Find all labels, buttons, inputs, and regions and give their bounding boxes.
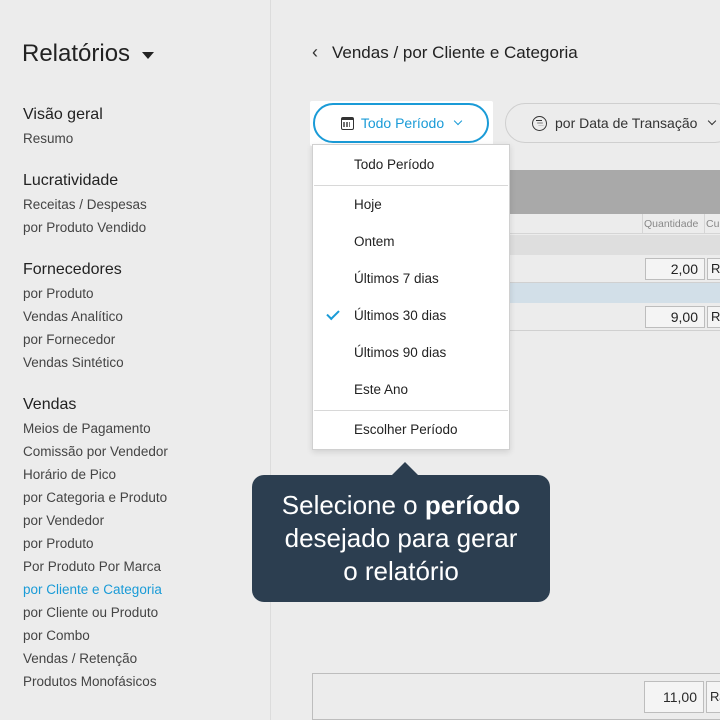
calendar-icon xyxy=(340,116,354,130)
reports-menu-title[interactable]: Relatórios xyxy=(22,40,155,68)
total-quantity: 11,00 xyxy=(644,681,704,713)
column-divider xyxy=(704,214,705,233)
menu-divider xyxy=(314,185,508,186)
tooltip-text: Selecione o xyxy=(281,490,425,520)
sidebar-item-meios-pagamento[interactable]: Meios de Pagamento xyxy=(23,417,168,440)
sidebar-item-resumo[interactable]: Resumo xyxy=(23,127,103,150)
sidebar: Relatórios Visão geral Resumo Lucrativid… xyxy=(0,0,271,720)
sidebar-item-por-fornecedor[interactable]: por Fornecedor xyxy=(23,328,124,351)
sidebar-item-horario-pico[interactable]: Horário de Pico xyxy=(23,463,168,486)
sidebar-item-vendas-sintetico[interactable]: Vendas Sintético xyxy=(23,351,124,374)
section-heading: Vendas xyxy=(23,396,77,413)
date-filter-button[interactable]: por Data de Transação xyxy=(505,103,720,143)
column-quantidade: Quantidade xyxy=(644,218,699,230)
menu-item-todo-periodo[interactable]: Todo Período xyxy=(313,150,509,180)
table-column-headers: Quantidade Cu xyxy=(510,214,720,234)
quantity-cell: 9,00 xyxy=(645,306,705,328)
tooltip: Selecione o período desejado para gerar … xyxy=(252,475,550,602)
period-button-label: Todo Período xyxy=(360,115,445,131)
sidebar-item-cliente-produto[interactable]: por Cliente ou Produto xyxy=(23,601,168,624)
currency-cell: R$ xyxy=(707,306,720,328)
total-currency: R$ xyxy=(706,681,720,713)
reports-title-label: Relatórios xyxy=(22,40,131,67)
chevron-down-icon xyxy=(708,116,717,126)
sidebar-item-por-vendedor[interactable]: por Vendedor xyxy=(23,509,168,532)
chevron-left-icon[interactable]: ‹ xyxy=(312,42,318,63)
filter-circle-icon xyxy=(532,115,547,131)
group-row-highlight xyxy=(510,283,720,303)
sidebar-item-vendas-retencao[interactable]: Vendas / Retenção xyxy=(23,647,168,670)
checkmark-icon xyxy=(326,306,340,321)
tooltip-line-3: o relatório xyxy=(343,556,459,586)
sidebar-item-comissao-vendedor[interactable]: Comissão por Vendedor xyxy=(23,440,168,463)
currency-cell: R$ xyxy=(707,258,720,280)
group-row xyxy=(510,235,720,255)
section-visao-geral: Visão geral Resumo xyxy=(23,103,103,150)
date-filter-label: por Data de Transação xyxy=(555,115,698,131)
sidebar-item-receitas-despesas[interactable]: Receitas / Despesas xyxy=(23,193,147,216)
section-heading: Fornecedores xyxy=(23,261,122,278)
table-header-bar xyxy=(510,170,720,214)
period-button[interactable]: Todo Período xyxy=(313,103,489,143)
tooltip-line-2: desejado para gerar xyxy=(284,523,518,553)
caret-down-icon xyxy=(142,51,155,59)
column-divider xyxy=(642,214,643,233)
tooltip-arrow xyxy=(391,462,419,476)
menu-item-escolher-periodo[interactable]: Escolher Período xyxy=(313,415,509,445)
page-title: Vendas / por Cliente e Categoria xyxy=(332,42,578,62)
sidebar-item-por-produto-vendas[interactable]: por Produto xyxy=(23,532,168,555)
period-dropdown-menu: Todo Período Hoje Ontem Últimos 7 dias Ú… xyxy=(312,144,510,450)
quantity-cell: 2,00 xyxy=(645,258,705,280)
menu-item-este-ano[interactable]: Este Ano xyxy=(313,375,509,405)
section-lucratividade: Lucratividade Receitas / Despesas por Pr… xyxy=(23,169,147,239)
section-heading: Visão geral xyxy=(23,106,103,123)
breadcrumb: ‹ Vendas / por Cliente e Categoria xyxy=(312,42,578,63)
menu-item-label: Últimos 30 dias xyxy=(354,308,447,323)
menu-item-ontem[interactable]: Ontem xyxy=(313,227,509,257)
period-button-highlight: Todo Período xyxy=(310,101,493,146)
column-cu: Cu xyxy=(706,218,720,230)
menu-item-ultimos-30-dias[interactable]: Últimos 30 dias xyxy=(313,301,509,331)
section-heading: Lucratividade xyxy=(23,172,119,189)
section-fornecedores: Fornecedores por Produto Vendas Analític… xyxy=(23,258,124,374)
tooltip-line-1: Selecione o período xyxy=(252,489,550,522)
sidebar-item-vendas-analitico[interactable]: Vendas Analítico xyxy=(23,305,124,328)
sidebar-item-produtos-monofasicos[interactable]: Produtos Monofásicos xyxy=(23,670,168,693)
chevron-down-icon xyxy=(453,116,463,126)
menu-item-hoje[interactable]: Hoje xyxy=(313,190,509,220)
sidebar-item-cliente-categoria[interactable]: por Cliente e Categoria xyxy=(23,578,168,601)
menu-item-ultimos-90-dias[interactable]: Últimos 90 dias xyxy=(313,338,509,368)
menu-item-ultimos-7-dias[interactable]: Últimos 7 dias xyxy=(313,264,509,294)
sidebar-item-por-produto-vendido[interactable]: por Produto Vendido xyxy=(23,216,147,239)
sidebar-item-por-combo[interactable]: por Combo xyxy=(23,624,168,647)
sidebar-item-por-produto[interactable]: por Produto xyxy=(23,282,124,305)
tooltip-bold-text: período xyxy=(424,490,521,520)
sidebar-item-categoria-produto[interactable]: por Categoria e Produto xyxy=(23,486,168,509)
menu-divider xyxy=(314,410,508,411)
section-vendas: Vendas Meios de Pagamento Comissão por V… xyxy=(23,393,168,693)
sidebar-item-produto-marca[interactable]: Por Produto Por Marca xyxy=(23,555,168,578)
row-divider xyxy=(510,330,720,331)
